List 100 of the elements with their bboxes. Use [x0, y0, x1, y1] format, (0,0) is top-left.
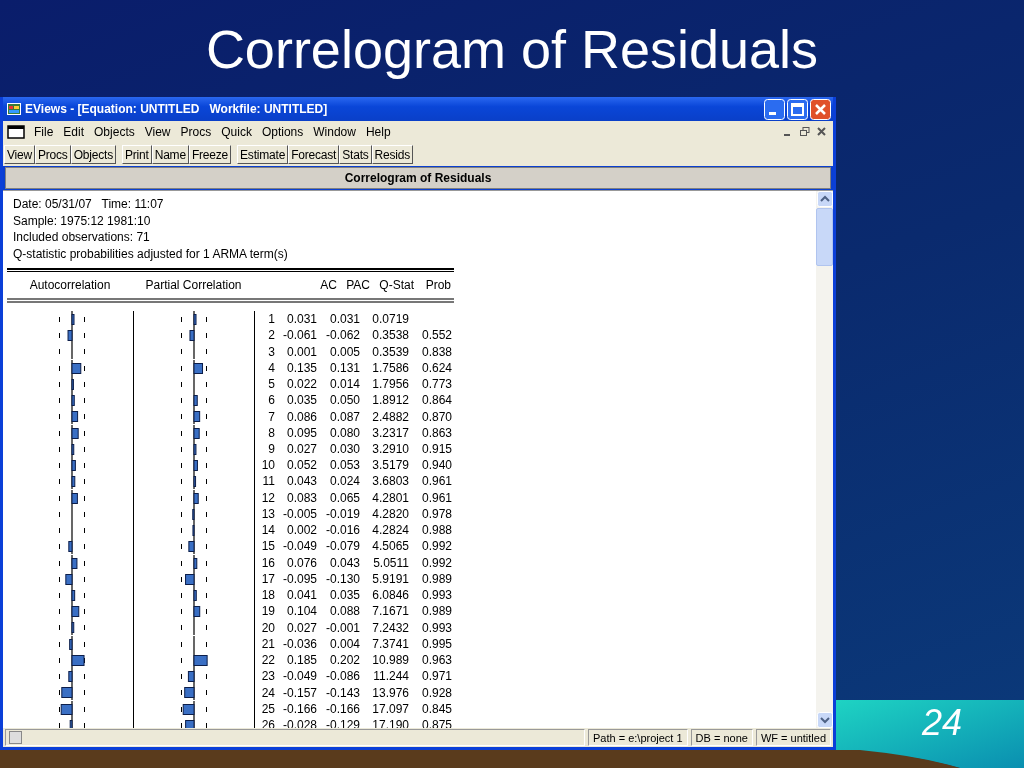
table-cell-text: 7: [267, 409, 275, 424]
table-cell-text: 16: [260, 555, 275, 570]
confidence-bound-marks: [181, 495, 207, 501]
table-cell-text: 23: [260, 669, 275, 684]
correlation-bar: [193, 443, 197, 455]
table-cell-text: 2: [267, 328, 275, 343]
column-header: Partial Correlation: [144, 278, 243, 292]
table-cell-text: 19: [260, 604, 275, 619]
table-cell-text: 1.7586: [371, 360, 409, 375]
correlation-bar: [193, 362, 203, 374]
correlation-bar: [71, 362, 82, 374]
confidence-bound-marks: [59, 625, 85, 631]
toolbar-button[interactable]: View: [4, 145, 35, 164]
correlation-bar: [71, 492, 78, 504]
menu-item[interactable]: View: [139, 125, 176, 139]
table-cell-text: 0.838: [420, 344, 452, 359]
table-cell-text: 24: [260, 685, 275, 700]
table-cell-text: 3.2317: [371, 425, 409, 440]
table-cell-text: -0.016: [324, 523, 360, 538]
table-cell-text: 17.097: [371, 701, 409, 716]
table-cell-text: -0.130: [324, 571, 360, 586]
menu-item[interactable]: Objects: [89, 125, 140, 139]
correlation-bar: [71, 606, 80, 618]
confidence-bound-marks: [181, 349, 207, 355]
toolbar-button[interactable]: Stats: [339, 145, 372, 164]
confidence-bound-marks: [181, 430, 207, 436]
status-field: Path = e:\project 1: [588, 729, 688, 746]
menu-item[interactable]: Options: [256, 125, 309, 139]
table-cell-text: 0.022: [285, 377, 317, 392]
table-cell-text: 0.041: [285, 588, 317, 603]
correlation-bar: [193, 411, 201, 423]
correlation-bar: [71, 443, 75, 455]
correlation-bar: [71, 378, 74, 390]
correlation-bar: [61, 687, 73, 699]
correlation-bar: [182, 703, 195, 715]
close-icon[interactable]: [810, 98, 831, 120]
confidence-bound-marks: [181, 560, 207, 566]
info-line: Included observations: 71: [13, 229, 151, 246]
info-line: Date: 05/31/07 Time: 11:07: [13, 196, 165, 213]
table-cell-text: 0.088: [328, 604, 360, 619]
confidence-bound-marks: [181, 706, 207, 712]
table-cell-text: 11.244: [372, 669, 409, 684]
confidence-bound-marks: [59, 333, 85, 339]
table-cell-text: 7.1671: [371, 604, 409, 619]
confidence-bound-marks: [181, 446, 207, 452]
correlation-bar: [193, 492, 199, 504]
toolbar-button[interactable]: Print: [122, 145, 152, 164]
table-cell-text: 0.027: [285, 442, 317, 456]
confidence-bound-marks: [181, 609, 207, 615]
scroll-up-icon[interactable]: [816, 191, 833, 207]
correlation-bar: [65, 573, 73, 585]
confidence-bound-marks: [181, 333, 207, 339]
toolbar-button[interactable]: Name: [151, 145, 189, 164]
correlation-bar: [60, 703, 73, 715]
table-cell-text: 4.2801: [371, 490, 409, 505]
correlation-bar: [187, 671, 195, 683]
table-cell-text: 0.027: [285, 620, 317, 635]
restore-icon[interactable]: [798, 125, 812, 139]
confidence-bound-marks: [59, 560, 85, 566]
scroll-thumb[interactable]: [816, 208, 833, 266]
table-cell-text: 1.8912: [371, 393, 409, 408]
document-icon[interactable]: [7, 125, 25, 139]
info-line: Q-statistic probabilities adjusted for 1 ARMA term(s): [13, 245, 289, 262]
correlation-bar: [193, 314, 197, 325]
table-cell-text: 0.004: [328, 636, 360, 651]
table-cell-text: 13.976: [371, 685, 409, 700]
table-cell-text: 0.095: [285, 425, 317, 440]
menu-item[interactable]: File: [29, 125, 59, 139]
table-cell-text: 0.988: [420, 523, 452, 538]
menu-item[interactable]: Edit: [58, 125, 90, 139]
correlation-bar: [193, 395, 198, 407]
confidence-bound-marks: [59, 463, 85, 469]
table-cell-text: 20: [260, 620, 275, 635]
scroll-down-icon[interactable]: [816, 712, 833, 728]
toolbar-button[interactable]: Procs: [35, 145, 71, 164]
toolbar-button[interactable]: Forecast: [288, 145, 340, 164]
window-title: EViews - [Equation: UNTITLED Workfile: UNTITLED]: [25, 102, 329, 116]
minimize-icon[interactable]: [764, 98, 785, 120]
toolbar-button[interactable]: Estimate: [237, 145, 289, 164]
menu-item[interactable]: Help: [360, 125, 396, 139]
menu-item[interactable]: Procs: [175, 125, 217, 139]
table-cell-text: 0.978: [420, 506, 452, 521]
menu-item[interactable]: Quick: [216, 125, 257, 139]
table-cell-text: 0.993: [420, 620, 452, 635]
menu-item[interactable]: Window: [308, 125, 361, 139]
table-cell-text: 0.080: [328, 425, 360, 440]
column-header: Prob: [424, 278, 451, 292]
table-cell-text: 0.928: [420, 685, 452, 700]
table-cell-text: 0.087: [328, 409, 360, 424]
table-cell-text: 0.552: [420, 328, 452, 343]
toolbar-button[interactable]: Resids: [371, 145, 414, 164]
maximize-icon[interactable]: [787, 98, 808, 120]
correlation-bar: [69, 719, 73, 728]
table-cell-text: 7.2432: [371, 620, 409, 635]
table-cell-text: 5.9191: [371, 571, 409, 586]
toolbar-button[interactable]: Objects: [70, 145, 116, 164]
confidence-bound-marks: [181, 722, 207, 728]
vertical-scrollbar[interactable]: [816, 191, 833, 728]
toolbar-button[interactable]: Freeze: [188, 145, 232, 164]
status-field: DB = none: [690, 729, 753, 746]
